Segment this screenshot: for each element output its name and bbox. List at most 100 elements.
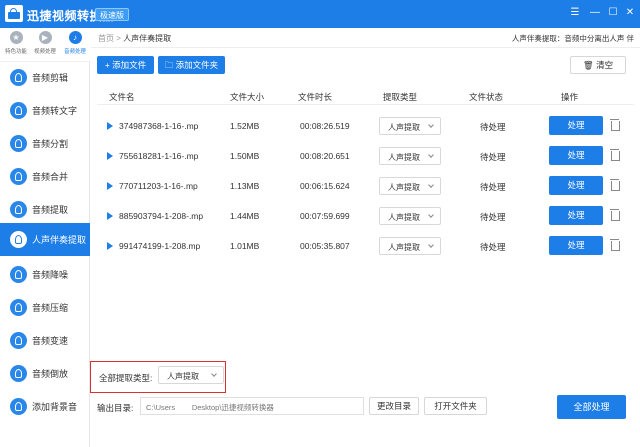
extract-type-select[interactable]: 人声提取 bbox=[379, 207, 441, 225]
output-dir-field[interactable]: C:\Users Desktop\迅捷视频转换器 bbox=[140, 397, 364, 415]
extract-type-select[interactable]: 人声提取 bbox=[379, 147, 441, 165]
delete-icon[interactable] bbox=[610, 149, 620, 161]
all-type-select[interactable]: 人声提取 bbox=[158, 366, 224, 384]
play-icon[interactable] bbox=[107, 212, 113, 220]
open-folder-button[interactable]: 打开文件夹 bbox=[424, 397, 487, 415]
sidebar-item-audio-compress[interactable]: 音频压缩 bbox=[0, 291, 90, 324]
add-file-button[interactable]: + 添加文件 bbox=[97, 56, 154, 74]
table-row: 770711203-1-16-.mp 1.13MB 00:06:15.624 人… bbox=[97, 171, 634, 201]
select-value: 人声提取 bbox=[167, 372, 199, 381]
table-row: 755618281-1-16-.mp 1.50MB 00:08:20.651 人… bbox=[97, 141, 634, 171]
chevron-down-icon bbox=[428, 212, 434, 218]
maximize-icon[interactable]: ☐ bbox=[606, 6, 620, 20]
play-icon[interactable] bbox=[107, 182, 113, 190]
delete-icon[interactable] bbox=[610, 209, 620, 221]
delete-icon[interactable] bbox=[610, 119, 620, 131]
process-button[interactable]: 处理 bbox=[549, 116, 603, 135]
extract-type-select[interactable]: 人声提取 bbox=[379, 117, 441, 135]
add-folder-label: 添加文件夹 bbox=[175, 60, 219, 70]
file-status: 待处理 bbox=[480, 242, 506, 252]
add-folder-button[interactable]: 🗀 添加文件夹 bbox=[158, 56, 225, 74]
file-size: 1.13MB bbox=[230, 181, 260, 191]
breadcrumb-separator: > bbox=[116, 34, 121, 43]
sidebar-item-label: 人声伴奏提取 bbox=[32, 235, 87, 245]
output-dir-value: C:\Users Desktop\迅捷视频转换器 bbox=[146, 403, 274, 412]
select-value: 人声提取 bbox=[388, 183, 420, 192]
process-button[interactable]: 处理 bbox=[549, 176, 603, 195]
sidebar-item-audio-split[interactable]: 音频分割 bbox=[0, 127, 90, 160]
delete-icon[interactable] bbox=[610, 239, 620, 251]
select-value: 人声提取 bbox=[388, 213, 420, 222]
table-row: 885903794-1-208-.mp 1.44MB 00:07:59.699 … bbox=[97, 201, 634, 231]
breadcrumb: 首页 > 人声伴奏提取 bbox=[98, 33, 171, 44]
process-button[interactable]: 处理 bbox=[549, 236, 603, 255]
file-duration: 00:07:59.699 bbox=[300, 211, 350, 221]
extract-type-select[interactable]: 人声提取 bbox=[379, 237, 441, 255]
file-name: 374987368-1-16-.mp bbox=[119, 121, 199, 131]
category-label: 音频处理 bbox=[64, 49, 86, 55]
breadcrumb-home[interactable]: 首页 bbox=[98, 34, 114, 43]
sidebar-item-label: 音频合并 bbox=[32, 172, 69, 182]
sidebar-item-label: 音频剪辑 bbox=[32, 73, 69, 83]
category-audio[interactable]: ♪ 音频处理 bbox=[60, 31, 90, 61]
sidebar-item-label: 音频转文字 bbox=[32, 106, 78, 116]
process-all-button[interactable]: 全部处理 bbox=[557, 395, 626, 419]
category-label: 视频处理 bbox=[34, 49, 56, 55]
select-value: 人声提取 bbox=[388, 153, 420, 162]
play-icon[interactable] bbox=[107, 122, 113, 130]
chevron-down-icon bbox=[428, 242, 434, 248]
menu-icon[interactable]: ☰ bbox=[568, 6, 582, 20]
file-name: 770711203-1-16-.mp bbox=[119, 181, 198, 191]
sidebar-item-audio-edit[interactable]: 音频剪辑 bbox=[0, 61, 90, 94]
film-icon: ▶ bbox=[38, 31, 52, 44]
breadcrumb-row: 首页 > 人声伴奏提取 人声伴奏提取：音频中分离出人声 伴 bbox=[91, 28, 640, 48]
header-duration: 文件时长 bbox=[298, 92, 333, 102]
play-icon[interactable] bbox=[107, 242, 113, 250]
sidebar-item-vocal-extract[interactable]: 人声伴奏提取 bbox=[0, 223, 90, 256]
chevron-down-icon bbox=[211, 371, 217, 377]
music-icon bbox=[10, 299, 27, 316]
title-bar: 迅捷视频转换器 极速版 ☰ — ☐ ✕ bbox=[0, 0, 640, 28]
file-status: 待处理 bbox=[480, 152, 506, 162]
breadcrumb-current: 人声伴奏提取 bbox=[123, 34, 172, 43]
file-name: 885903794-1-208-.mp bbox=[119, 211, 204, 221]
play-icon[interactable] bbox=[107, 152, 113, 160]
sidebar-item-audio-to-text[interactable]: 音频转文字 bbox=[0, 94, 90, 127]
category-featured[interactable]: ★ 特色功能 bbox=[1, 31, 31, 61]
trash-icon: 🗑 bbox=[582, 60, 597, 70]
file-duration: 00:08:26.519 bbox=[300, 121, 350, 131]
file-name: 991474199-1-208.mp bbox=[119, 241, 201, 251]
clear-button[interactable]: 🗑 清空 bbox=[570, 56, 626, 74]
select-value: 人声提取 bbox=[388, 243, 420, 252]
extract-type-select[interactable]: 人声提取 bbox=[379, 177, 441, 195]
output-dir-label: 输出目录: bbox=[97, 403, 134, 413]
audio-icon: ♪ bbox=[68, 31, 82, 44]
minimize-icon[interactable]: — bbox=[588, 6, 602, 20]
music-icon bbox=[10, 102, 27, 119]
music-icon bbox=[10, 365, 27, 382]
table-row: 991474199-1-208.mp 1.01MB 00:05:35.807 人… bbox=[97, 231, 634, 261]
category-video[interactable]: ▶ 视频处理 bbox=[30, 31, 60, 61]
process-button[interactable]: 处理 bbox=[549, 206, 603, 225]
sidebar-item-audio-speed[interactable]: 音频变速 bbox=[0, 324, 90, 357]
delete-icon[interactable] bbox=[610, 179, 620, 191]
sidebar-item-audio-extract[interactable]: 音频提取 bbox=[0, 193, 90, 226]
close-icon[interactable]: ✕ bbox=[623, 6, 637, 20]
chevron-down-icon bbox=[428, 152, 434, 158]
sidebar-item-audio-reverse[interactable]: 音频倒放 bbox=[0, 357, 90, 390]
category-label: 特色功能 bbox=[5, 49, 27, 55]
clear-label: 清空 bbox=[596, 60, 614, 70]
change-dir-button[interactable]: 更改目录 bbox=[369, 397, 419, 415]
file-size: 1.44MB bbox=[230, 211, 260, 221]
chevron-down-icon bbox=[428, 182, 434, 188]
file-duration: 00:05:35.807 bbox=[300, 241, 350, 251]
star-icon: ★ bbox=[9, 31, 23, 44]
select-value: 人声提取 bbox=[388, 123, 420, 132]
sidebar-item-add-bgm[interactable]: 添加背景音 bbox=[0, 390, 90, 423]
folder-icon: 🗀 bbox=[164, 60, 176, 70]
sidebar-item-audio-merge[interactable]: 音频合并 bbox=[0, 160, 90, 193]
header-extract-type: 提取类型 bbox=[383, 92, 418, 102]
sidebar-item-audio-denoise[interactable]: 音频降噪 bbox=[0, 258, 90, 291]
process-button[interactable]: 处理 bbox=[549, 146, 603, 165]
sidebar-item-label: 音频变速 bbox=[32, 336, 69, 346]
